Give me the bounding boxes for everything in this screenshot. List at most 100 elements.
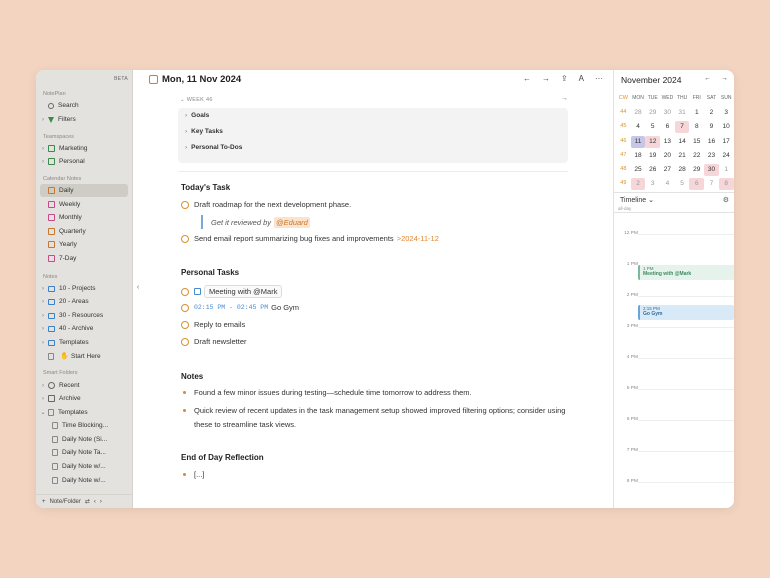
task-item[interactable]: Send email report summarizing bug fixes … (181, 234, 439, 243)
day-cell[interactable]: 12 (645, 135, 661, 148)
day-cell[interactable]: 17 (719, 136, 734, 148)
sidebar-item-7day[interactable]: 7-Day (40, 252, 128, 265)
more-icon[interactable]: ··· (595, 74, 603, 83)
day-cell[interactable]: 1 (719, 164, 734, 176)
sidebar-item-start-here[interactable]: ✋ Start Here (40, 350, 128, 363)
day-cell[interactable]: 9 (704, 121, 719, 133)
day-cell[interactable]: 26 (645, 164, 660, 176)
day-cell[interactable]: 31 (675, 107, 690, 119)
task-checkbox[interactable] (181, 303, 189, 312)
template-item[interactable]: Daily Note w/... (50, 460, 128, 473)
task-checkbox[interactable] (181, 234, 189, 243)
day-cell[interactable]: 2 (630, 178, 646, 191)
sidebar-item-areas[interactable]: › 20 - Areas (40, 295, 128, 308)
day-cell-selected[interactable]: 11 (630, 135, 646, 148)
week-number[interactable]: 44 (616, 107, 631, 119)
template-item[interactable]: Daily Note Ta... (50, 446, 128, 459)
day-cell[interactable]: 27 (660, 164, 675, 176)
day-cell[interactable]: 24 (719, 150, 734, 162)
sidebar-item-personal[interactable]: › Personal (40, 155, 128, 168)
day-cell[interactable]: 2 (704, 107, 719, 119)
sidebar-item-weekly[interactable]: Weekly (40, 198, 128, 211)
day-cell[interactable]: 20 (660, 150, 675, 162)
template-item[interactable]: Daily Note (Si... (50, 433, 128, 446)
arrow-left-icon[interactable]: ← (523, 74, 531, 83)
week-number[interactable]: 48 (616, 164, 631, 176)
day-cell[interactable]: 1 (689, 107, 704, 119)
sidebar-item-projects[interactable]: › 10 - Projects (40, 282, 128, 295)
sync-icon[interactable]: ⇄ (85, 498, 90, 505)
day-cell[interactable]: 3 (645, 178, 660, 190)
sidebar-item-templates[interactable]: › Templates (40, 336, 128, 349)
day-cell[interactable]: 8 (718, 178, 734, 191)
day-cell[interactable]: 21 (675, 150, 690, 162)
week-open-icon[interactable]: → (561, 95, 568, 102)
date-link[interactable]: >2024-11-12 (397, 234, 439, 243)
week-row-key-tasks[interactable]: › Key Tasks (185, 128, 223, 135)
task-item[interactable]: Draft roadmap for the next development p… (181, 200, 351, 209)
day-cell[interactable]: 3 (719, 107, 734, 119)
day-cell[interactable]: 6 (660, 121, 675, 133)
sidebar-item-search[interactable]: Search (40, 99, 128, 112)
day-cell[interactable]: 23 (704, 150, 719, 162)
day-cell[interactable]: 28 (675, 164, 690, 176)
sidebar-item-archive[interactable]: › 40 - Archive (40, 322, 128, 335)
day-cell[interactable]: 4 (631, 121, 646, 133)
task-checkbox[interactable] (181, 320, 189, 329)
day-cell[interactable]: 16 (704, 136, 719, 148)
share-icon[interactable]: ⇪ (561, 74, 568, 83)
week-row-goals[interactable]: › Goals (185, 112, 209, 119)
week-number[interactable]: 45 (616, 121, 631, 133)
day-cell[interactable]: 13 (660, 136, 675, 148)
plus-icon[interactable]: + (42, 499, 46, 505)
day-cell[interactable]: 28 (631, 107, 646, 119)
forward-icon[interactable]: › (100, 499, 102, 505)
day-cell[interactable]: 29 (645, 107, 660, 119)
sidebar-item-filters[interactable]: › Filters (40, 113, 128, 126)
sidebar-item-monthly[interactable]: Monthly (40, 211, 128, 224)
day-cell[interactable]: 19 (645, 150, 660, 162)
sidebar-item-recent[interactable]: › Recent (40, 379, 128, 392)
prev-month-icon[interactable]: ← (704, 75, 711, 82)
task-checkbox[interactable] (181, 337, 189, 346)
day-cell[interactable]: 5 (675, 178, 690, 190)
next-month-icon[interactable]: → (721, 75, 728, 82)
sidebar-item-resources[interactable]: › 30 - Resources (40, 309, 128, 322)
template-item[interactable]: Daily Note w/... (50, 474, 128, 487)
day-cell[interactable]: 7 (704, 178, 719, 190)
day-cell[interactable]: 6 (689, 178, 705, 191)
new-note-folder-button[interactable]: Note/Folder (50, 499, 81, 505)
task-checkbox[interactable] (181, 287, 189, 296)
task-item[interactable]: Draft newsletter (181, 337, 247, 346)
back-icon[interactable]: ‹ (94, 499, 96, 505)
sidebar-item-yearly[interactable]: Yearly (40, 238, 128, 251)
sidebar-item-smart-templates[interactable]: ⌄ Templates (40, 406, 128, 419)
event-chip[interactable]: Meeting with @Mark (204, 285, 283, 298)
template-item[interactable]: Time Blocking... (50, 419, 128, 432)
task-item[interactable]: Meeting with @Mark (181, 285, 283, 298)
sidebar-item-smart-archive[interactable]: › Archive (40, 392, 128, 405)
day-cell[interactable]: 30 (704, 164, 719, 177)
week-number[interactable]: 47 (616, 150, 631, 162)
week-row-personal-todos[interactable]: › Personal To-Dos (185, 144, 242, 151)
day-cell[interactable]: 14 (675, 136, 690, 148)
day-cell[interactable]: 22 (689, 150, 704, 162)
task-checkbox[interactable] (181, 200, 189, 209)
day-cell[interactable]: 15 (689, 136, 704, 148)
day-cell[interactable]: 4 (660, 178, 675, 190)
day-cell[interactable]: 8 (689, 121, 704, 133)
day-cell[interactable]: 10 (719, 121, 734, 133)
timeline-event[interactable]: 1 PM Meeting with @Mark (638, 265, 734, 280)
timeline-dropdown[interactable]: Timeline ⌄ (620, 196, 654, 204)
day-cell[interactable]: 25 (631, 164, 646, 176)
task-item[interactable]: Reply to emails (181, 320, 245, 329)
day-cell[interactable]: 29 (689, 164, 704, 176)
day-cell[interactable]: 30 (660, 107, 675, 119)
sidebar-item-daily[interactable]: Daily (40, 184, 128, 197)
arrow-right-icon[interactable]: → (542, 74, 550, 83)
mention-tag[interactable]: @Eduard (274, 216, 310, 228)
day-cell[interactable]: 7 (674, 121, 690, 134)
week-number[interactable]: 49 (616, 178, 631, 190)
day-cell[interactable]: 5 (645, 121, 660, 133)
task-item[interactable]: 02:15 PM - 02:45 PM Go Gym (181, 303, 299, 312)
